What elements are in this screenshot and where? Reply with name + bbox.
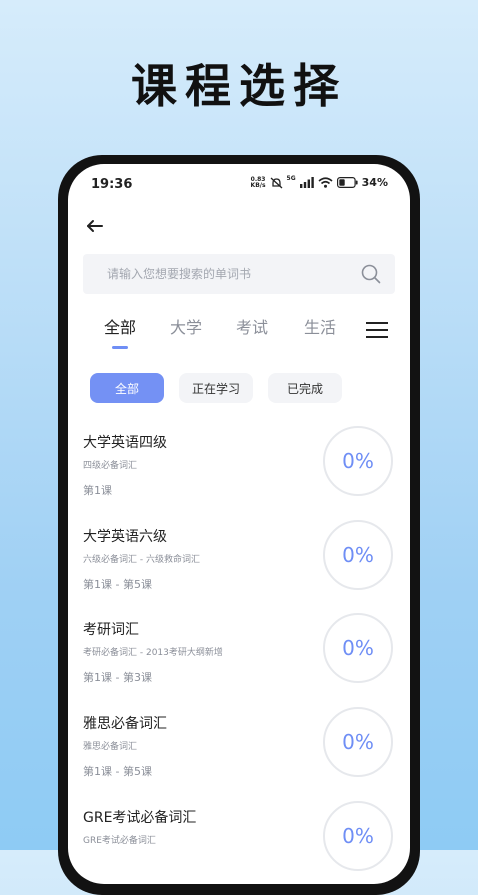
course-item[interactable]: 雅思必备词汇 雅思必备词汇 第1课 - 第5课 0% bbox=[68, 707, 410, 806]
tab-exam[interactable]: 考试 bbox=[236, 314, 268, 338]
course-subtitle: 四级必备词汇 bbox=[83, 461, 138, 471]
progress-ring: 0% bbox=[323, 707, 393, 777]
course-title: 雅思必备词汇 bbox=[83, 716, 167, 732]
status-bar: 19:36 0.83 KB/s 5G 34% bbox=[68, 164, 410, 204]
network-type: 5G bbox=[286, 175, 296, 182]
course-item[interactable]: GRE考试必备词汇 GRE考试必备词汇 0% bbox=[68, 801, 410, 884]
progress-ring: 0% bbox=[323, 426, 393, 496]
filter-completed[interactable]: 已完成 bbox=[268, 373, 342, 403]
tab-life[interactable]: 生活 bbox=[304, 314, 336, 338]
progress-ring: 0% bbox=[323, 801, 393, 871]
promo-title: 课程选择 bbox=[131, 59, 347, 113]
course-subtitle: 雅思必备词汇 bbox=[83, 742, 138, 752]
progress-ring: 0% bbox=[323, 520, 393, 590]
course-title: 大学英语四级 bbox=[83, 435, 167, 451]
progress-ring: 0% bbox=[323, 613, 393, 683]
course-item[interactable]: 大学英语四级 四级必备词汇 第1课 0% bbox=[68, 426, 410, 525]
search-input[interactable] bbox=[105, 266, 349, 282]
course-title: GRE考试必备词汇 bbox=[83, 810, 197, 826]
filter-learning[interactable]: 正在学习 bbox=[179, 373, 253, 403]
search-icon[interactable] bbox=[361, 264, 381, 284]
tab-all[interactable]: 全部 bbox=[104, 314, 136, 338]
menu-icon[interactable] bbox=[365, 320, 389, 340]
course-item[interactable]: 考研词汇 考研必备词汇 - 2013考研大纲新增 第1课 - 第3课 0% bbox=[68, 613, 410, 712]
battery-percent: 34% bbox=[361, 176, 388, 189]
course-item[interactable]: 大学英语六级 六级必备词汇 - 六级救命词汇 第1课 - 第5课 0% bbox=[68, 520, 410, 619]
status-icons: 0.83 KB/s 5G 34% bbox=[250, 175, 388, 190]
status-time: 19:36 bbox=[91, 177, 133, 192]
battery-icon bbox=[336, 177, 358, 188]
signal-icon bbox=[299, 177, 314, 188]
search-bar[interactable] bbox=[83, 254, 395, 294]
phone-screen: 19:36 0.83 KB/s 5G 34% 请输入您想要搜索的单词书 全部 大… bbox=[68, 164, 410, 884]
wifi-icon bbox=[318, 177, 333, 188]
course-lessons: 第1课 bbox=[83, 484, 112, 497]
tab-active-indicator bbox=[112, 346, 128, 349]
course-subtitle: 六级必备词汇 - 六级救命词汇 bbox=[83, 555, 200, 565]
tab-university[interactable]: 大学 bbox=[170, 314, 202, 338]
course-subtitle: 考研必备词汇 - 2013考研大纲新增 bbox=[83, 648, 223, 658]
back-arrow-icon[interactable] bbox=[85, 216, 105, 236]
mute-icon bbox=[270, 177, 282, 188]
course-title: 大学英语六级 bbox=[83, 529, 167, 545]
course-subtitle: GRE考试必备词汇 bbox=[83, 836, 156, 846]
course-lessons: 第1课 - 第5课 bbox=[83, 578, 152, 591]
net-speed: 0.83 KB/s bbox=[250, 175, 266, 189]
course-lessons: 第1课 - 第5课 bbox=[83, 765, 152, 778]
course-title: 考研词汇 bbox=[83, 622, 139, 638]
filter-all[interactable]: 全部 bbox=[90, 373, 164, 403]
course-lessons: 第1课 - 第3课 bbox=[83, 671, 152, 684]
